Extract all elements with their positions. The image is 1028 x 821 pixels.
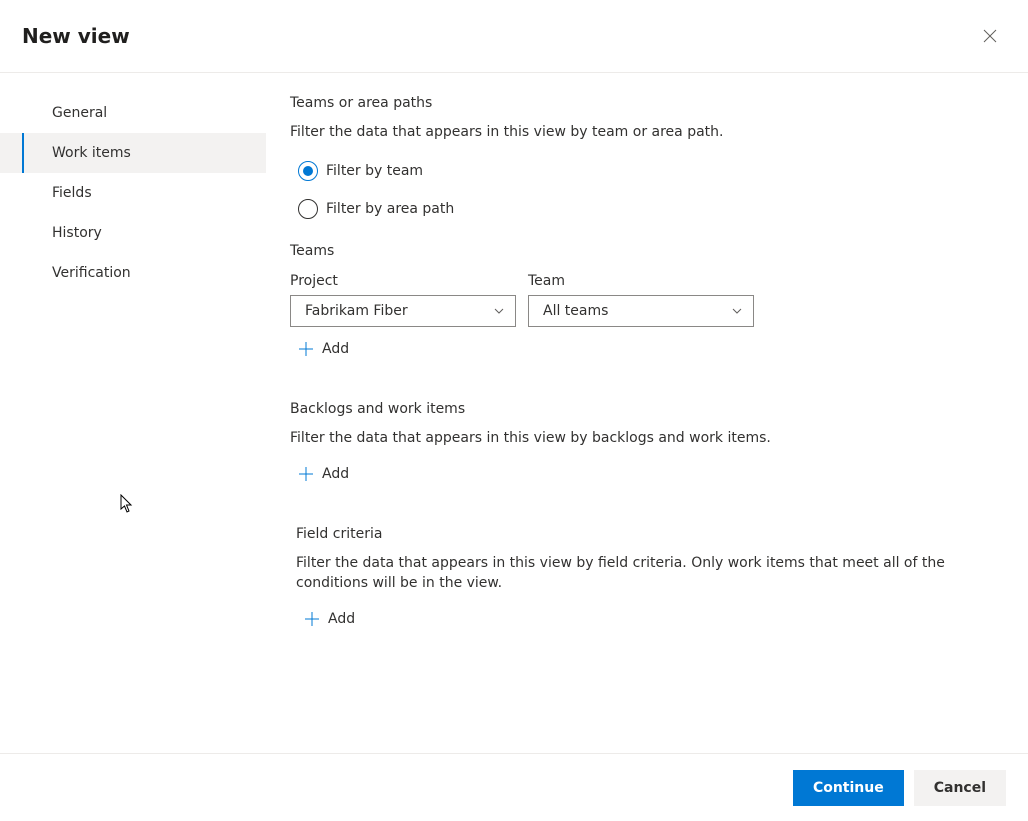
chevron-down-icon (493, 305, 505, 317)
nav-item-fields[interactable]: Fields (0, 173, 266, 213)
radio-icon (298, 161, 318, 181)
add-backlog-button[interactable]: Add (298, 466, 1004, 482)
criteria-heading: Field criteria (296, 526, 1004, 542)
continue-button[interactable]: Continue (793, 770, 904, 806)
dialog-title: New view (22, 24, 130, 48)
close-button[interactable] (974, 20, 1006, 52)
nav-item-general[interactable]: General (0, 93, 266, 133)
add-label: Add (322, 341, 349, 357)
teams-description: Filter the data that appears in this vie… (290, 123, 1004, 143)
teams-dropdown-row: Project Fabrikam Fiber Team All teams (290, 273, 1004, 327)
project-column: Project Fabrikam Fiber (290, 273, 516, 327)
backlogs-heading: Backlogs and work items (290, 401, 1004, 417)
criteria-description: Filter the data that appears in this vie… (296, 554, 1004, 593)
project-value: Fabrikam Fiber (305, 303, 408, 319)
sidebar-nav: General Work items Fields History Verifi… (0, 73, 266, 754)
nav-item-history[interactable]: History (0, 213, 266, 253)
nav-label: Verification (52, 265, 131, 281)
radio-filter-by-team[interactable]: Filter by team (298, 161, 1004, 181)
add-label: Add (322, 466, 349, 482)
teams-subheading: Teams (290, 243, 1004, 259)
radio-filter-by-area-path[interactable]: Filter by area path (298, 199, 1004, 219)
dialog-footer: Continue Cancel (0, 753, 1028, 821)
radio-label: Filter by area path (326, 201, 454, 217)
nav-label: General (52, 105, 107, 121)
nav-label: Fields (52, 185, 92, 201)
plus-icon (298, 341, 314, 357)
plus-icon (304, 611, 320, 627)
team-label: Team (528, 273, 754, 289)
project-label: Project (290, 273, 516, 289)
project-dropdown[interactable]: Fabrikam Fiber (290, 295, 516, 327)
criteria-section: Field criteria Filter the data that appe… (290, 526, 1004, 627)
team-value: All teams (543, 303, 608, 319)
add-team-button[interactable]: Add (298, 341, 1004, 357)
nav-label: Work items (52, 145, 131, 161)
team-column: Team All teams (528, 273, 754, 327)
dialog-body: General Work items Fields History Verifi… (0, 73, 1028, 754)
add-label: Add (328, 611, 355, 627)
dialog-header: New view (0, 0, 1028, 73)
radio-icon (298, 199, 318, 219)
nav-item-verification[interactable]: Verification (0, 253, 266, 293)
add-criteria-button[interactable]: Add (304, 611, 1004, 627)
plus-icon (298, 466, 314, 482)
chevron-down-icon (731, 305, 743, 317)
nav-label: History (52, 225, 102, 241)
teams-heading: Teams or area paths (290, 95, 1004, 111)
cancel-button[interactable]: Cancel (914, 770, 1006, 806)
main-panel: Teams or area paths Filter the data that… (266, 73, 1028, 754)
radio-label: Filter by team (326, 163, 423, 179)
team-dropdown[interactable]: All teams (528, 295, 754, 327)
backlogs-section: Backlogs and work items Filter the data … (290, 401, 1004, 483)
teams-section: Teams or area paths Filter the data that… (290, 95, 1004, 357)
close-icon (983, 29, 997, 43)
backlogs-description: Filter the data that appears in this vie… (290, 429, 1004, 449)
nav-item-work-items[interactable]: Work items (0, 133, 266, 173)
